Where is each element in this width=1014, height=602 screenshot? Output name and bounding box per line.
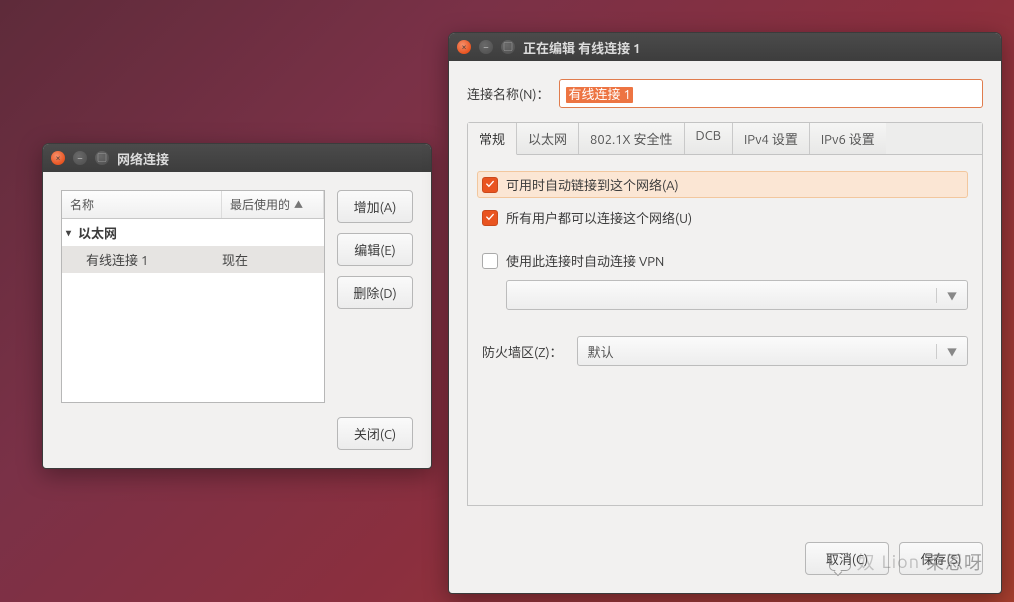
tab-8021x-security[interactable]: 802.1X 安全性 (579, 123, 685, 154)
window-title: 网络连接 (117, 149, 169, 168)
all-users-label: 所有用户都可以连接这个网络(U) (506, 208, 692, 227)
firewall-zone-combo[interactable]: 默认 ▼ (577, 336, 968, 366)
all-users-checkbox[interactable] (482, 210, 498, 226)
tab-ipv4[interactable]: IPv4 设置 (733, 123, 810, 154)
list-header: 名称 最后使用的▲ (62, 191, 324, 219)
firewall-zone-value: 默认 (588, 342, 614, 361)
minimize-icon[interactable]: – (73, 151, 87, 165)
auto-vpn-checkbox[interactable] (482, 253, 498, 269)
edit-button[interactable]: 编辑(E) (337, 233, 413, 266)
titlebar[interactable]: × – ▢ 正在编辑 有线连接 1 (449, 33, 1001, 61)
delete-button[interactable]: 删除(D) (337, 276, 413, 309)
expander-icon[interactable]: ▾ (66, 227, 78, 239)
edit-connection-window: × – ▢ 正在编辑 有线连接 1 连接名称(N)： 有线连接 1 常规 以太网… (448, 32, 1002, 594)
column-last-used[interactable]: 最后使用的▲ (222, 191, 324, 218)
auto-connect-row: 可用时自动链接到这个网络(A) (477, 171, 968, 198)
sort-indicator-icon: ▲ (294, 198, 303, 211)
vpn-combo[interactable]: ▼ (506, 280, 968, 310)
tab-ethernet[interactable]: 以太网 (517, 123, 579, 154)
auto-vpn-label: 使用此连接时自动连接 VPN (506, 251, 664, 270)
firewall-zone-label: 防火墙区(Z)： (482, 342, 563, 361)
item-name: 有线连接 1 (86, 250, 222, 269)
group-ethernet[interactable]: ▾ 以太网 (62, 219, 324, 246)
cancel-button[interactable]: 取消(C) (805, 542, 889, 575)
connection-name-input[interactable]: 有线连接 1 (559, 79, 983, 108)
list-item[interactable]: 有线连接 1 现在 (62, 246, 324, 273)
network-connections-window: × – ▢ 网络连接 名称 最后使用的▲ ▾ 以太网 有线连接 1 现在 (42, 143, 432, 469)
chevron-down-icon: ▼ (936, 288, 957, 303)
close-button[interactable]: 关闭(C) (337, 417, 413, 450)
item-last-used: 现在 (222, 250, 248, 269)
maximize-icon[interactable]: ▢ (95, 151, 109, 165)
titlebar[interactable]: × – ▢ 网络连接 (43, 144, 431, 172)
minimize-icon[interactable]: – (479, 40, 493, 54)
save-button[interactable]: 保存(S) (899, 542, 983, 575)
settings-notebook: 常规 以太网 802.1X 安全性 DCB IPv4 设置 IPv6 设置 可用… (467, 122, 983, 506)
close-icon[interactable]: × (51, 151, 65, 165)
all-users-row: 所有用户都可以连接这个网络(U) (482, 208, 968, 227)
tab-dcb[interactable]: DCB (685, 123, 733, 154)
tab-ipv6[interactable]: IPv6 设置 (810, 123, 886, 154)
add-button[interactable]: 增加(A) (337, 190, 413, 223)
column-name[interactable]: 名称 (62, 191, 222, 218)
tab-general[interactable]: 常规 (468, 123, 517, 155)
auto-connect-label: 可用时自动链接到这个网络(A) (506, 175, 679, 194)
maximize-icon[interactable]: ▢ (501, 40, 515, 54)
connections-list[interactable]: 名称 最后使用的▲ ▾ 以太网 有线连接 1 现在 (61, 190, 325, 403)
connection-name-label: 连接名称(N)： (467, 84, 549, 103)
group-label: 以太网 (78, 223, 117, 242)
auto-connect-checkbox[interactable] (482, 177, 498, 193)
tab-page-general: 可用时自动链接到这个网络(A) 所有用户都可以连接这个网络(U) 使用此连接时自… (468, 155, 982, 505)
window-title: 正在编辑 有线连接 1 (523, 38, 641, 57)
auto-vpn-row: 使用此连接时自动连接 VPN (482, 251, 968, 270)
close-icon[interactable]: × (457, 40, 471, 54)
chevron-down-icon: ▼ (936, 344, 957, 359)
